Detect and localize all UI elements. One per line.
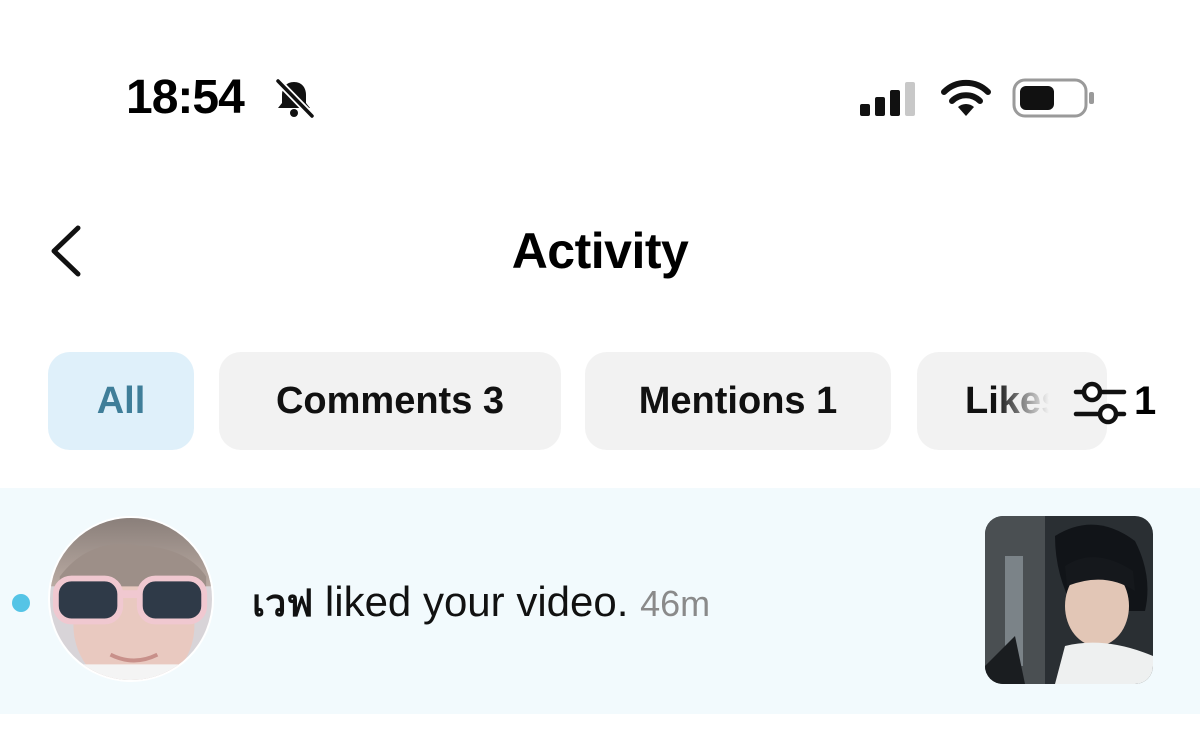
notification-user[interactable]: เวฟ [252, 581, 313, 625]
unread-dot [12, 594, 30, 612]
tab-all[interactable]: All [48, 352, 194, 450]
likes-count: 1 [1134, 379, 1157, 423]
notification-text: เวฟ liked your video. 46m [252, 576, 710, 630]
avatar[interactable] [48, 516, 214, 682]
notification-action: liked your video. [313, 578, 629, 625]
filter-tabs: All Comments 3 Mentions 1 Likes [48, 352, 1158, 450]
tab-mentions[interactable]: Mentions 1 [585, 352, 891, 450]
video-thumbnail[interactable] [985, 516, 1153, 684]
filter-sliders-icon[interactable] [1072, 378, 1128, 428]
tab-comments[interactable]: Comments 3 [219, 352, 561, 450]
notification-time: 46m [640, 583, 711, 624]
notification-row[interactable]: เวฟ liked your video. 46m [0, 488, 1200, 714]
cellular-signal-icon [860, 82, 915, 116]
battery-icon [1012, 78, 1094, 118]
bell-slash-icon [275, 78, 315, 119]
wifi-icon [941, 79, 991, 116]
status-time: 18:54 [126, 71, 245, 124]
page-title: Activity [511, 223, 689, 279]
